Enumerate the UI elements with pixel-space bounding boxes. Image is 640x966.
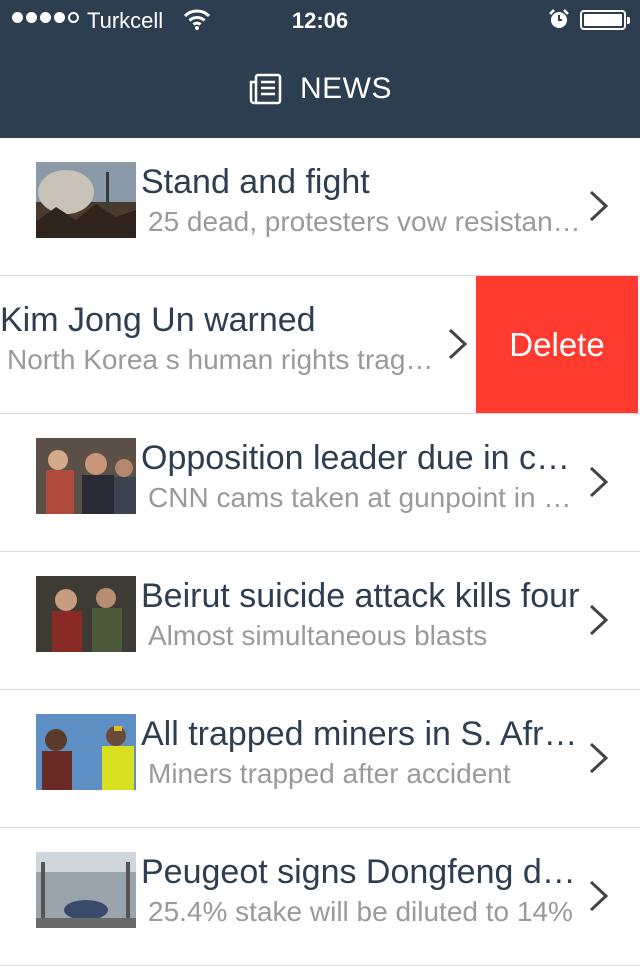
chevron-right-icon <box>448 328 468 360</box>
page-title: NEWS <box>0 72 640 106</box>
chevron-right-icon <box>589 604 609 636</box>
news-title: Opposition leader due in court <box>141 439 581 477</box>
chevron-right-icon <box>589 742 609 774</box>
news-title: Beirut suicide attack kills four <box>141 577 580 615</box>
news-title: All trapped miners in S. Africa freed <box>141 715 581 753</box>
chevron-right-icon <box>589 466 609 498</box>
news-title: Peugeot signs Dongfeng deal <box>141 853 581 891</box>
newspaper-icon <box>249 73 282 105</box>
chevron-right-icon <box>589 190 609 222</box>
news-subtitle: North Korea s human rights tragedy <box>7 344 440 375</box>
news-subtitle: CNN cams taken at gunpoint in Kiev <box>148 482 581 513</box>
news-row[interactable]: All trapped miners in S. Africa freed Mi… <box>0 690 640 828</box>
alarm-clock-icon <box>549 9 569 28</box>
news-row[interactable]: Stand and fight 25 dead, protesters vow … <box>0 138 640 276</box>
news-subtitle: Miners trapped after accident <box>148 758 511 789</box>
status-time: 12:06 <box>291 8 349 33</box>
battery-icon <box>580 10 630 30</box>
news-thumbnail <box>36 576 136 652</box>
news-row[interactable]: Beirut suicide attack kills four Almost … <box>0 552 640 690</box>
news-subtitle: Almost simultaneous blasts <box>148 620 488 651</box>
news-subtitle: 25 dead, protesters vow resistance <box>148 206 581 237</box>
news-row[interactable]: Kim Jong Un warned North Korea s human r… <box>0 276 640 414</box>
news-row[interactable]: Opposition leader due in court CNN cams … <box>0 414 640 552</box>
navigation-header: Turkcell 12:06 NEWS <box>0 0 640 138</box>
news-thumbnail <box>36 852 136 928</box>
chevron-right-icon <box>589 880 609 912</box>
news-row[interactable]: Peugeot signs Dongfeng deal 25.4% stake … <box>0 828 640 966</box>
status-bar: Turkcell 12:06 <box>0 0 640 40</box>
header-title: NEWS <box>300 72 392 105</box>
delete-button[interactable]: Delete <box>476 276 638 413</box>
news-list: Stand and fight 25 dead, protesters vow … <box>0 138 640 966</box>
news-thumbnail <box>36 714 136 790</box>
news-title: Kim Jong Un warned <box>0 301 316 339</box>
news-subtitle: 25.4% stake will be diluted to 14% <box>148 896 573 927</box>
news-title: Stand and fight <box>141 163 370 201</box>
news-thumbnail <box>36 162 136 238</box>
news-thumbnail <box>36 438 136 514</box>
